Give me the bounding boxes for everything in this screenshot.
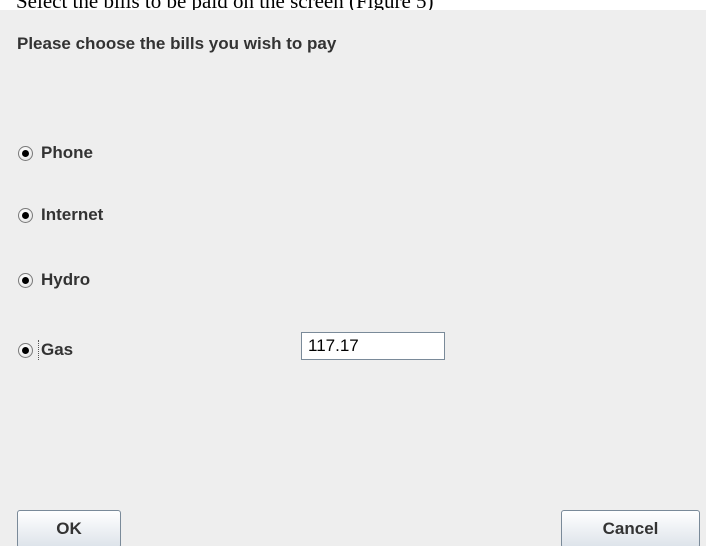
gas-option[interactable]: Gas (18, 338, 73, 362)
hydro-option[interactable]: Hydro (18, 268, 90, 292)
radio-selected-dot (22, 346, 29, 354)
radio-selected-dot (22, 149, 29, 157)
internet-radio-button[interactable] (18, 207, 33, 223)
hydro-radio-button[interactable] (18, 272, 33, 288)
phone-label: Phone (41, 143, 93, 162)
internet-label: Internet (41, 205, 104, 224)
gas-label: Gas (38, 340, 73, 360)
phone-radio-button[interactable] (18, 145, 33, 161)
internet-option[interactable]: Internet (18, 203, 103, 227)
hydro-label: Hydro (41, 270, 91, 289)
radio-selected-dot (22, 276, 29, 284)
gas-radio-button[interactable] (18, 342, 33, 358)
cancel-button[interactable]: Cancel (561, 510, 700, 546)
page: Select the bills to be paid on the scree… (0, 0, 706, 546)
bill-payment-dialog: Please choose the bills you wish to pay … (0, 10, 706, 546)
ok-button[interactable]: OK (17, 510, 121, 546)
phone-option[interactable]: Phone (18, 141, 93, 165)
prompt-text: Please choose the bills you wish to pay (17, 34, 337, 53)
gas-amount-field[interactable] (301, 332, 445, 360)
radio-selected-dot (22, 211, 29, 219)
